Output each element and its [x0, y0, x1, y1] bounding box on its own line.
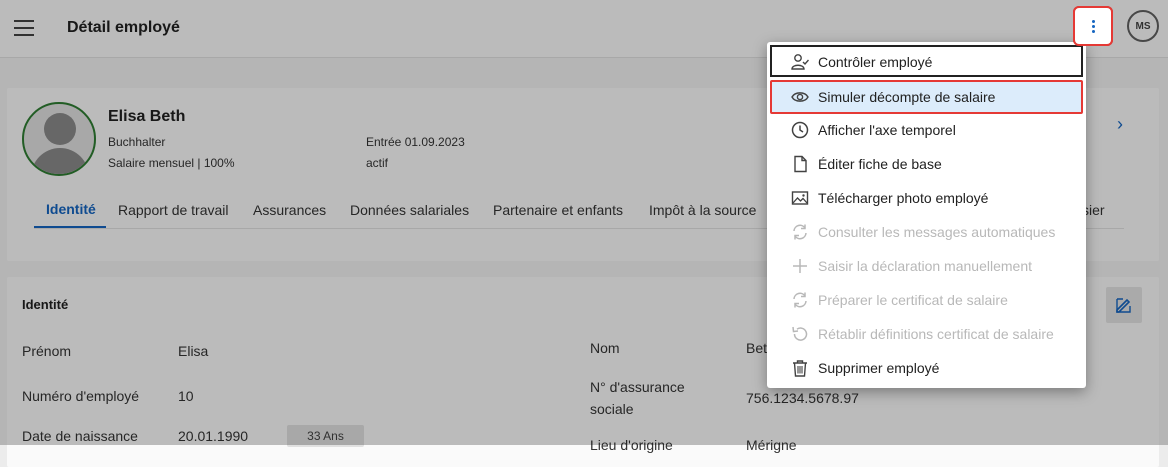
plus-icon — [793, 259, 807, 273]
menu-item-label: Contrôler employé — [818, 54, 933, 70]
menu-item-label: Consulter les messages automatiques — [818, 224, 1056, 240]
menu-item-controler-employe[interactable]: Contrôler employé — [770, 45, 1083, 77]
menu-item-telecharger-photo[interactable]: Télécharger photo employé — [767, 181, 1086, 215]
document-icon — [794, 155, 807, 173]
menu-item-editer-fiche-de-base[interactable]: Éditer fiche de base — [767, 147, 1086, 181]
menu-item-label: Éditer fiche de base — [818, 156, 942, 172]
menu-item-simuler-decompte[interactable]: Simuler décompte de salaire — [770, 80, 1083, 114]
menu-item-afficher-axe-temporel[interactable]: Afficher l'axe temporel — [767, 113, 1086, 147]
menu-item-supprimer-employe[interactable]: Supprimer employé — [767, 351, 1086, 385]
menu-item-label: Afficher l'axe temporel — [818, 122, 956, 138]
menu-item-label: Préparer le certificat de salaire — [818, 292, 1008, 308]
actions-dropdown-menu: Contrôler employé Simuler décompte de sa… — [767, 42, 1086, 388]
sync-icon — [793, 292, 807, 308]
menu-item-label: Télécharger photo employé — [818, 190, 989, 206]
menu-item-label: Supprimer employé — [818, 360, 940, 376]
trash-icon — [793, 360, 807, 377]
image-icon — [791, 191, 809, 205]
undo-icon — [792, 326, 808, 341]
menu-item-saisir-declaration: Saisir la déclaration manuellement — [767, 249, 1086, 283]
menu-item-preparer-certificat: Préparer le certificat de salaire — [767, 283, 1086, 317]
menu-item-label: Simuler décompte de salaire — [818, 89, 996, 105]
sync-icon — [793, 224, 807, 240]
more-vert-icon — [1092, 20, 1095, 35]
menu-item-consulter-messages: Consulter les messages automatiques — [767, 215, 1086, 249]
menu-item-retablir-definitions: Rétablir définitions certificat de salai… — [767, 317, 1086, 351]
more-options-button-active[interactable] — [1073, 6, 1113, 46]
clock-icon — [791, 121, 809, 139]
menu-item-label: Rétablir définitions certificat de salai… — [818, 326, 1054, 342]
menu-item-label: Saisir la déclaration manuellement — [818, 258, 1032, 274]
eye-icon — [791, 92, 809, 102]
person-check-icon — [791, 54, 809, 70]
